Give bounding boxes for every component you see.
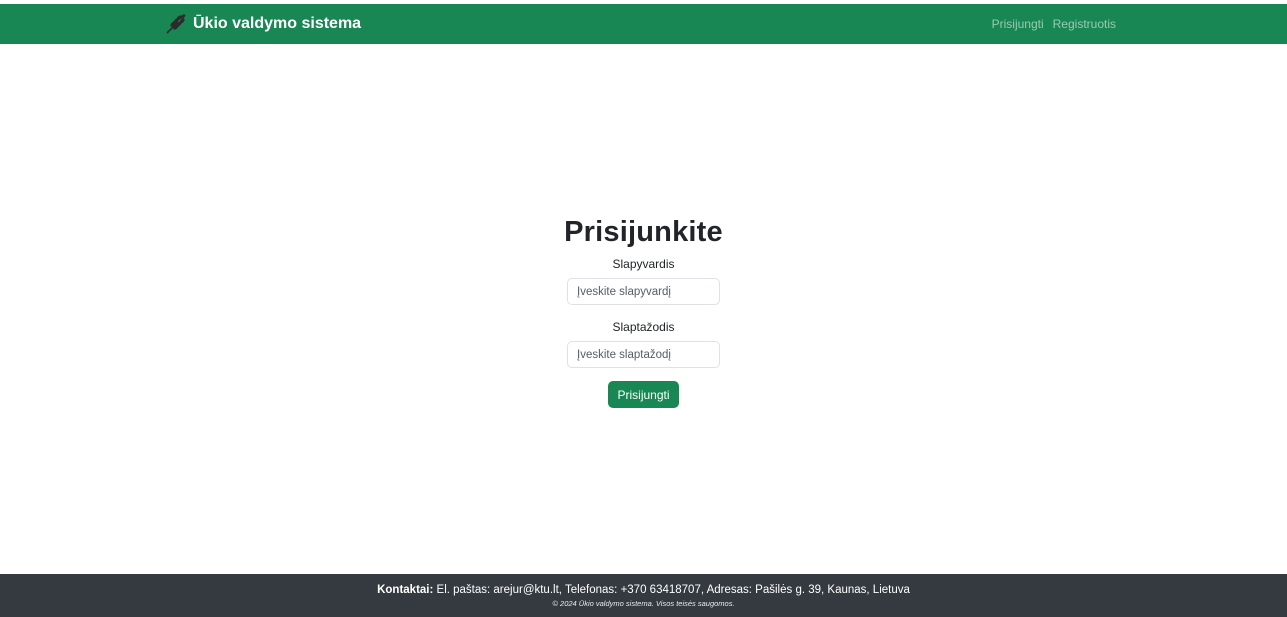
brand-link[interactable]: Ūkio valdymo sistema	[165, 4, 361, 44]
username-input[interactable]	[567, 278, 720, 305]
navbar: Ūkio valdymo sistema Prisijungti Registr…	[0, 4, 1287, 44]
footer-contacts: Kontaktai: El. paštas: arejur@ktu.lt, Te…	[0, 583, 1287, 598]
footer-contacts-label: Kontaktai:	[377, 584, 434, 596]
password-label: Slaptažodis	[612, 320, 675, 334]
login-form: Prisijunkite Slapyvardis Slaptažodis Pri…	[0, 214, 1287, 408]
username-label: Slapyvardis	[612, 257, 675, 271]
password-input[interactable]	[567, 341, 720, 368]
brand-title: Ūkio valdymo sistema	[193, 15, 362, 32]
footer-copyright: © 2024 Ūkio valdymo sistema. Visos teisė…	[552, 599, 735, 608]
wheat-icon	[165, 13, 187, 35]
login-title: Prisijunkite	[564, 216, 723, 248]
footer: Kontaktai: El. paštas: arejur@ktu.lt, Te…	[0, 574, 1287, 617]
nav-links: Prisijungti Registruotis	[992, 4, 1116, 44]
nav-login-link[interactable]: Prisijungti	[992, 17, 1044, 31]
nav-register-link[interactable]: Registruotis	[1053, 17, 1116, 31]
footer-contacts-text: El. paštas: arejur@ktu.lt, Telefonas: +3…	[433, 584, 910, 596]
login-submit-button[interactable]: Prisijungti	[608, 381, 679, 408]
